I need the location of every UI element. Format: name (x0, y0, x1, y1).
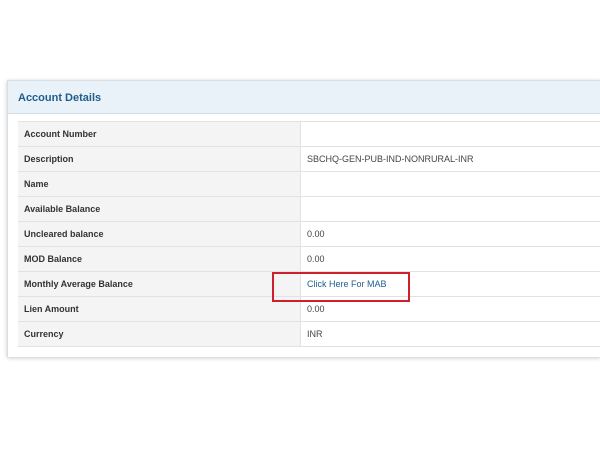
account-number-value (300, 121, 600, 147)
panel-title: Account Details (18, 92, 102, 104)
table-row: Account Number (18, 121, 600, 147)
available-balance-label: Available Balance (18, 196, 301, 222)
table-row: Description SBCHQ-GEN-PUB-IND-NONRURAL-I… (18, 146, 600, 172)
currency-value: INR (300, 321, 600, 347)
monthly-average-balance-label: Monthly Average Balance (18, 271, 301, 297)
table-row: Name (18, 171, 600, 197)
table-row: Available Balance (18, 196, 600, 222)
available-balance-value (300, 196, 600, 222)
monthly-average-balance-value: Click Here For MAB (300, 271, 600, 297)
lien-amount-value: 0.00 (300, 296, 600, 322)
mod-balance-value: 0.00 (300, 246, 600, 272)
name-label: Name (18, 171, 301, 197)
panel-header: Account Details (8, 81, 600, 114)
uncleared-balance-value: 0.00 (300, 221, 600, 247)
currency-label: Currency (18, 321, 301, 347)
table-row: Lien Amount 0.00 (18, 296, 600, 322)
click-here-for-mab-link[interactable]: Click Here For MAB (307, 279, 387, 289)
account-details-panel: Account Details Account Number Descripti… (7, 80, 600, 357)
name-value (300, 171, 600, 197)
uncleared-balance-label: Uncleared balance (18, 221, 301, 247)
description-value: SBCHQ-GEN-PUB-IND-NONRURAL-INR (300, 146, 600, 172)
mod-balance-label: MOD Balance (18, 246, 301, 272)
account-number-label: Account Number (18, 121, 301, 147)
table-row: MOD Balance 0.00 (18, 246, 600, 272)
account-details-table: Account Number Description SBCHQ-GEN-PUB… (18, 121, 600, 347)
table-row: Monthly Average Balance Click Here For M… (18, 271, 600, 297)
table-row: Currency INR (18, 321, 600, 347)
table-row: Uncleared balance 0.00 (18, 221, 600, 247)
description-label: Description (18, 146, 301, 172)
lien-amount-label: Lien Amount (18, 296, 301, 322)
